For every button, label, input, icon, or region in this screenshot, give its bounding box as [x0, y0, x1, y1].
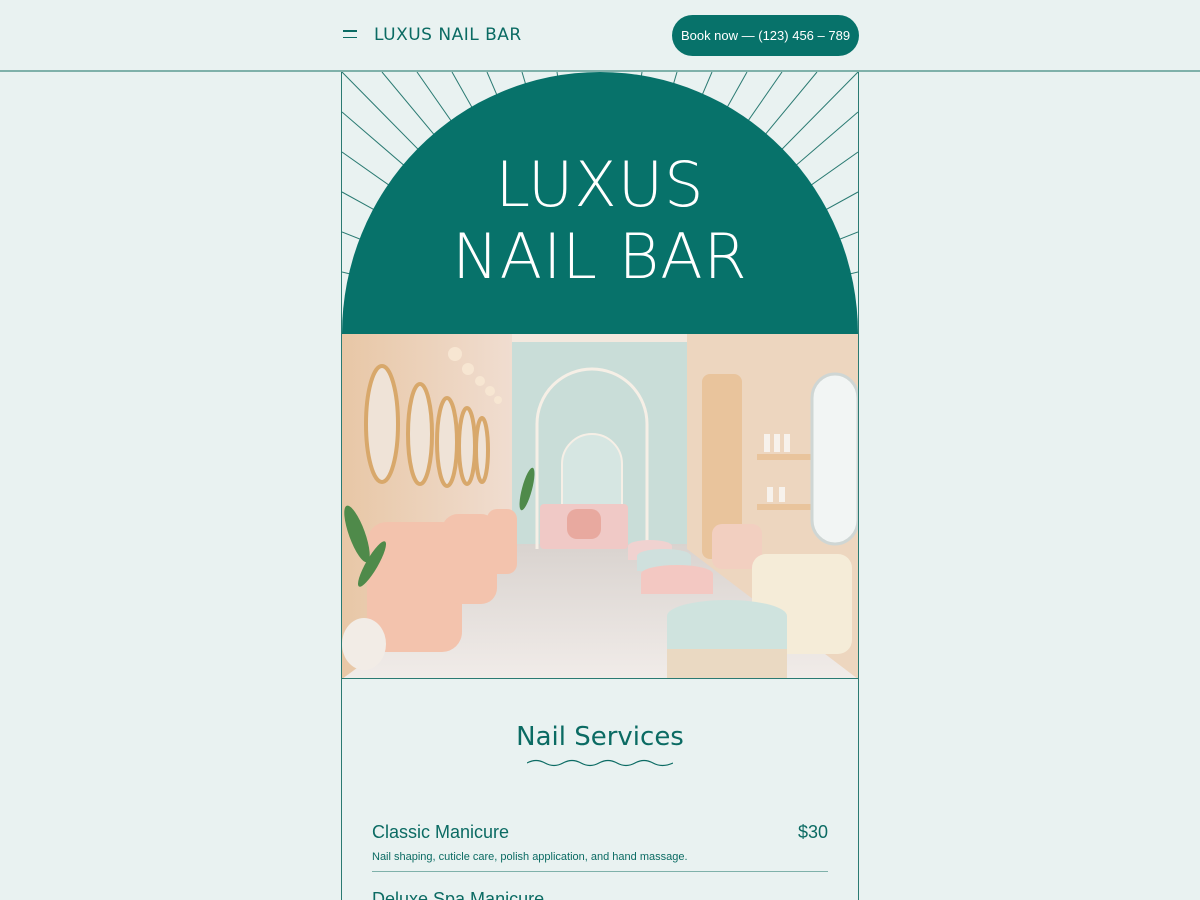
salon-interior-image — [342, 334, 858, 679]
service-item-classic-manicure[interactable]: Classic Manicure $30 Nail shaping, cutic… — [372, 822, 828, 872]
wave-divider-icon — [527, 759, 673, 767]
book-now-button[interactable]: Book now — (123) 456 – 789 — [672, 15, 859, 56]
service-divider — [372, 871, 828, 872]
service-description: Nail shaping, cuticle care, polish appli… — [372, 851, 688, 863]
service-item-deluxe-spa-manicure[interactable]: Deluxe Spa Manicure — [372, 889, 828, 900]
hamburger-menu-icon[interactable] — [343, 30, 357, 40]
hero-title-line1: LUXUS — [495, 148, 705, 221]
service-name: Deluxe Spa Manicure — [372, 889, 545, 900]
hero-title-line2: NAIL BAR — [452, 220, 748, 293]
service-price: $30 — [797, 822, 828, 842]
hero-section: LUXUS NAIL BAR — [342, 72, 858, 334]
main-column: LUXUS NAIL BAR Nail Services Classic Man… — [341, 72, 859, 900]
brand-logo-text[interactable]: LUXUS NAIL BAR — [374, 25, 522, 45]
services-heading: Nail Services — [516, 722, 684, 752]
top-navigation: LUXUS NAIL BAR Book now — (123) 456 – 78… — [0, 0, 1200, 72]
service-name: Classic Manicure — [372, 822, 510, 842]
